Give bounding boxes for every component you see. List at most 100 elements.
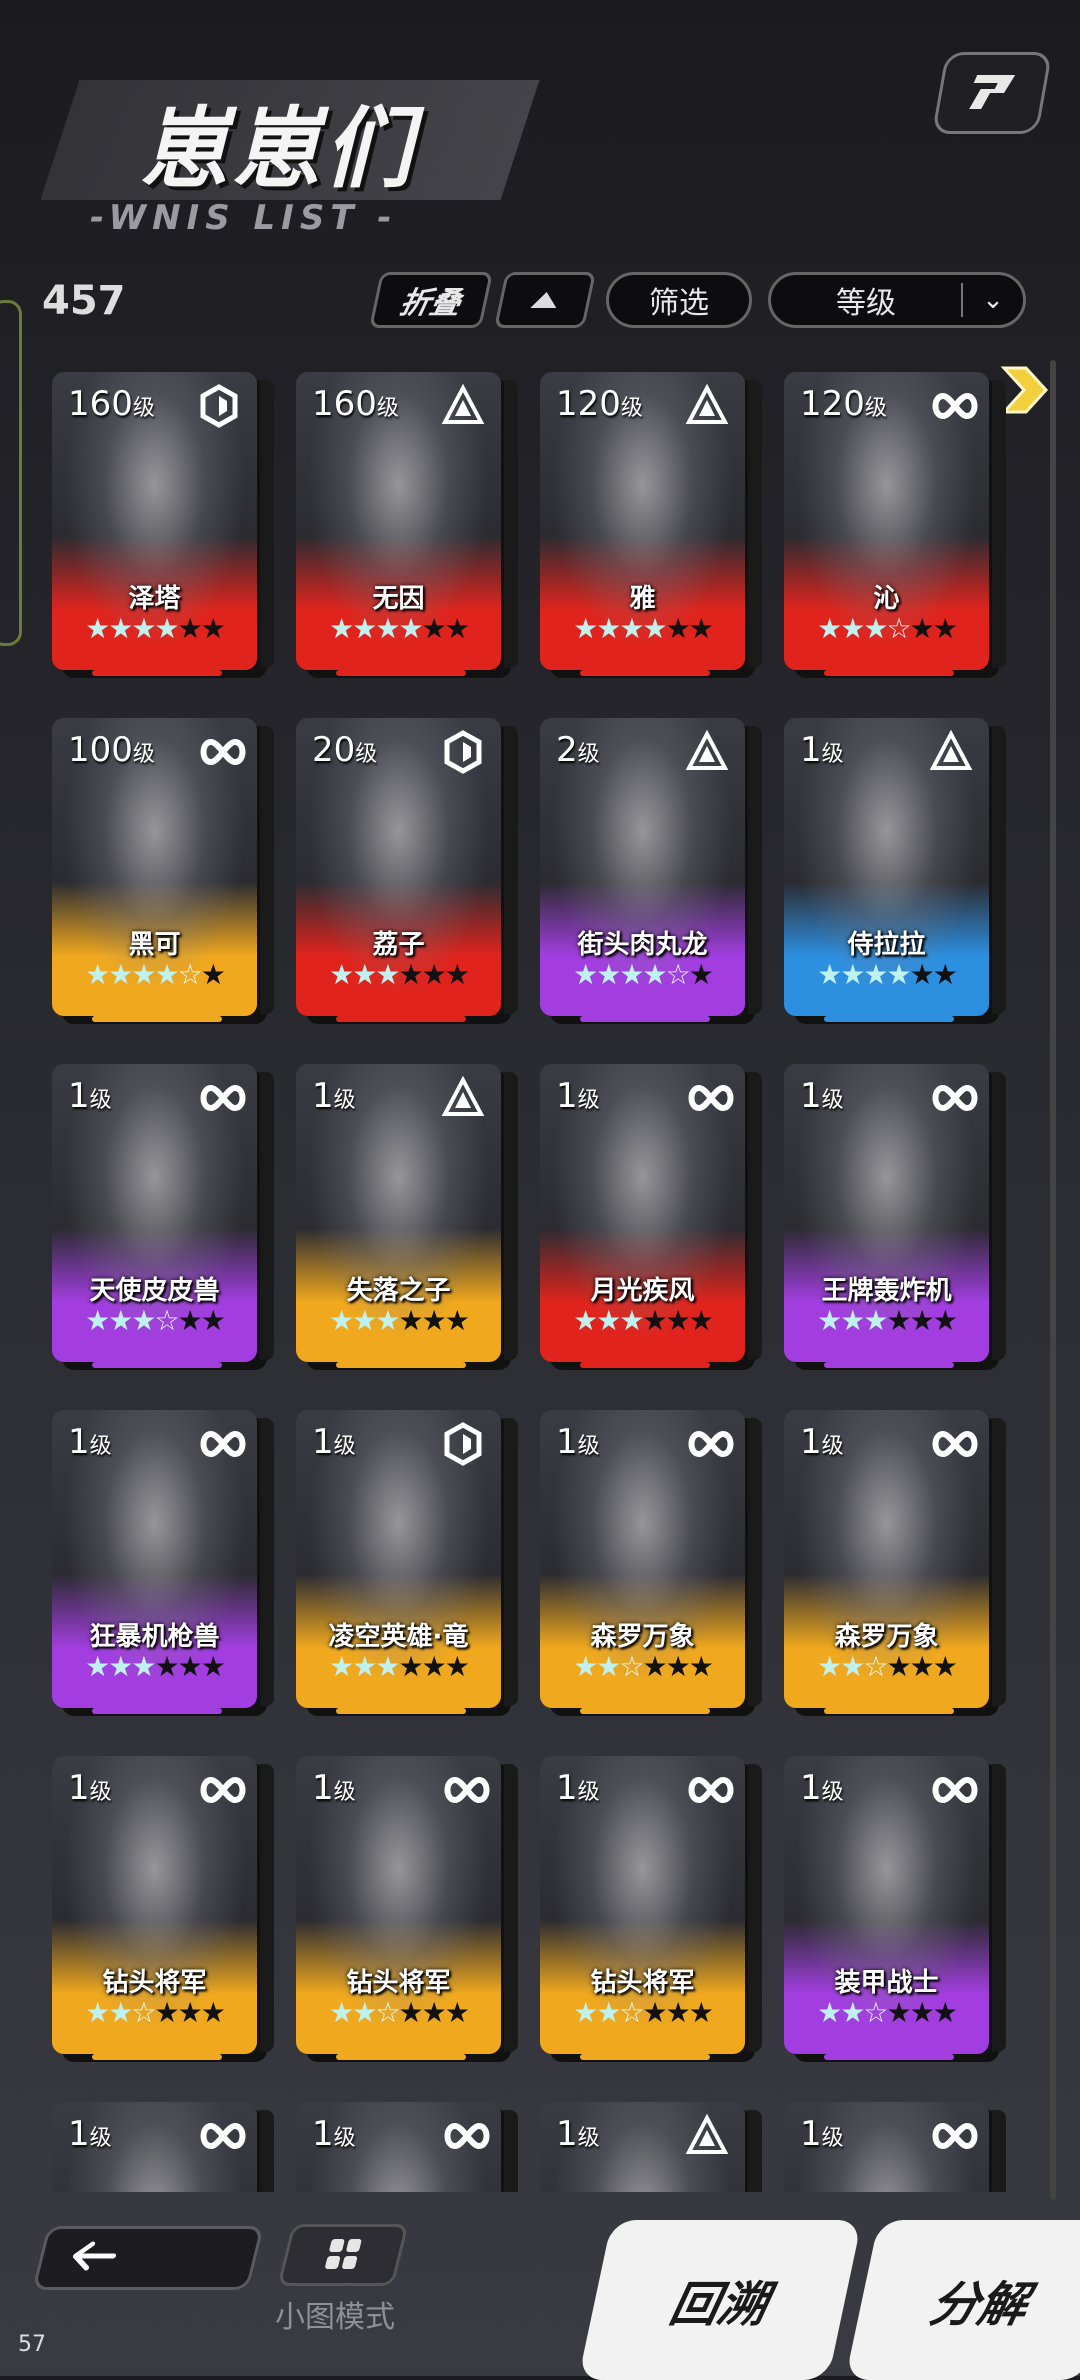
unit-card-frame: 100级 黑可 ★★★★☆★ <box>52 718 257 1016</box>
unit-card[interactable]: 1级 失落之子 ★★★★★★ <box>296 1064 518 1368</box>
unit-card[interactable]: 1级 森罗万象 ★★☆★★★ <box>540 1410 762 1714</box>
unit-level-unit: 级 <box>89 2126 112 2151</box>
star-icon: ★ <box>85 612 110 645</box>
unit-card[interactable]: 1级 <box>784 2102 1006 2192</box>
unit-card[interactable]: 1级 森罗万象 ★★☆★★★ <box>784 1410 1006 1714</box>
card-edge <box>504 1418 518 1706</box>
star-icon: ★ <box>329 1304 354 1337</box>
star-icon: ★ <box>177 612 203 645</box>
star-icon: ★ <box>154 958 180 991</box>
rarity-bar <box>336 1362 466 1368</box>
unit-card[interactable]: 100级 黑可 ★★★★☆★ <box>52 718 274 1022</box>
sort-dropdown[interactable]: 等级 ⌄ <box>768 272 1026 328</box>
mini-mode-button[interactable] <box>277 2224 409 2286</box>
star-rating: ★★☆★★★ <box>52 1996 257 2029</box>
unit-card-frame: 160级 泽塔 ★★★★★★ <box>52 372 257 670</box>
star-icon: ★ <box>596 612 621 645</box>
star-icon: ★ <box>688 1650 714 1683</box>
card-edge <box>748 1072 762 1360</box>
card-edge <box>504 1072 518 1360</box>
sort-direction-button[interactable] <box>494 272 596 328</box>
unit-card[interactable]: 1级 钻头将军 ★★☆★★★ <box>52 1756 274 2060</box>
unit-card[interactable]: 120级雅 ★★★★★★ <box>540 372 762 676</box>
bottom-bar: 小图模式 回溯 分解 <box>0 2200 1080 2380</box>
unit-card[interactable]: 1级 <box>540 2102 762 2192</box>
unit-level-unit: 级 <box>89 1780 112 1805</box>
star-icon: ★ <box>131 1304 156 1337</box>
unit-card[interactable]: 1级 王牌轰炸机 ★★★★★★ <box>784 1064 1006 1368</box>
star-icon: ★ <box>329 958 354 991</box>
unit-card[interactable]: 1级 月光疾风 ★★★★★★ <box>540 1064 762 1368</box>
star-icon: ★ <box>886 1304 912 1337</box>
star-icon: ★ <box>85 958 110 991</box>
unit-level: 1级 <box>68 1422 112 1462</box>
fold-button[interactable]: 折叠 <box>369 272 493 328</box>
card-edge <box>992 2110 1006 2192</box>
star-icon: ★ <box>840 1996 865 2029</box>
star-rating: ★★☆★★★ <box>784 1996 989 2029</box>
unit-name: 装甲战士 <box>834 1968 939 1998</box>
rewind-button[interactable]: 回溯 <box>577 2220 863 2380</box>
card-edge <box>504 2110 518 2192</box>
unit-card[interactable]: 1级 钻头将军 ★★☆★★★ <box>296 1756 518 2060</box>
unit-card-frame: 1级 凌空英雄·竜 ★★★★★★ <box>296 1410 501 1708</box>
unit-level-value: 20 <box>312 730 356 770</box>
unit-card[interactable]: 2级 街头肉丸龙 ★★★★☆★ <box>540 718 762 1022</box>
page-title: 崽崽们 <box>140 97 417 200</box>
unit-level-unit: 级 <box>132 742 155 767</box>
star-rating: ★★☆★★★ <box>784 1650 989 1683</box>
unit-name: 荔子 <box>372 930 425 960</box>
star-icon: ★ <box>817 1996 842 2029</box>
unit-card-frame: 20级 荔子 ★★★★★★ <box>296 718 501 1016</box>
unit-card[interactable]: 1级 凌空英雄·竜 ★★★★★★ <box>296 1410 518 1714</box>
star-icon: ★ <box>200 1650 226 1683</box>
unit-card-frame: 1级 森罗万象 ★★☆★★★ <box>784 1410 989 1708</box>
star-icon: ☆ <box>619 1996 644 2029</box>
exit-icon <box>969 75 1016 109</box>
decompose-button[interactable]: 分解 <box>844 2220 1080 2380</box>
scrollbar[interactable] <box>1050 360 1056 2200</box>
card-edge <box>748 1418 762 1706</box>
rarity-bar <box>580 1016 710 1022</box>
star-rating: ★★★★★★ <box>52 612 257 645</box>
unit-card[interactable]: 1级 狂暴机枪兽 ★★★★★★ <box>52 1410 274 1714</box>
side-drawer-handle[interactable] <box>0 300 22 646</box>
star-icon: ★ <box>375 612 400 645</box>
unit-level-value: 100 <box>68 730 133 770</box>
unit-card[interactable]: 1级 钻头将军 ★★☆★★★ <box>540 1756 762 2060</box>
star-icon: ★ <box>596 1650 621 1683</box>
unit-card-frame: 1级 天使皮皮兽 ★★★☆★★ <box>52 1064 257 1362</box>
unit-card[interactable]: 1级 侍拉拉 ★★★★★★ <box>784 718 1006 1022</box>
infinity-icon <box>685 1422 734 1466</box>
unit-card[interactable]: 20级 荔子 ★★★★★★ <box>296 718 518 1022</box>
star-icon: ★ <box>642 958 668 991</box>
unit-card[interactable]: 1级 天使皮皮兽 ★★★☆★★ <box>52 1064 274 1368</box>
star-icon: ★ <box>444 612 470 645</box>
star-icon: ★ <box>352 1650 377 1683</box>
exit-button[interactable] <box>931 52 1053 134</box>
infinity-icon <box>197 1076 246 1120</box>
unit-level-unit: 级 <box>577 742 600 767</box>
unit-level-value: 1 <box>312 1768 334 1808</box>
unit-card[interactable]: 1级 装甲战士 ★★☆★★★ <box>784 1756 1006 2060</box>
star-icon: ★ <box>375 958 400 991</box>
star-icon: ★ <box>177 1650 203 1683</box>
card-edge <box>992 1072 1006 1360</box>
back-button[interactable] <box>32 2226 264 2290</box>
unit-card[interactable]: 120级沁 ★★★☆★★ <box>784 372 1006 676</box>
star-icon: ★ <box>909 1650 935 1683</box>
unit-card[interactable]: 160级 无因 ★★★★★★ <box>296 372 518 676</box>
unit-level-unit: 级 <box>376 396 399 421</box>
unit-card[interactable]: 1级 <box>52 2102 274 2192</box>
unit-card[interactable]: 1级 <box>296 2102 518 2192</box>
unit-level-value: 1 <box>68 1076 90 1116</box>
triangle-icon <box>685 729 729 774</box>
unit-card[interactable]: 160级 泽塔 ★★★★★★ <box>52 372 274 676</box>
star-icon: ★ <box>619 1304 644 1337</box>
card-edge <box>748 2110 762 2192</box>
filter-button[interactable]: 筛选 <box>606 272 752 328</box>
star-icon: ★ <box>909 1304 935 1337</box>
arrow-left-icon <box>72 2241 117 2271</box>
infinity-icon <box>685 1076 734 1120</box>
star-icon: ☆ <box>665 958 691 991</box>
